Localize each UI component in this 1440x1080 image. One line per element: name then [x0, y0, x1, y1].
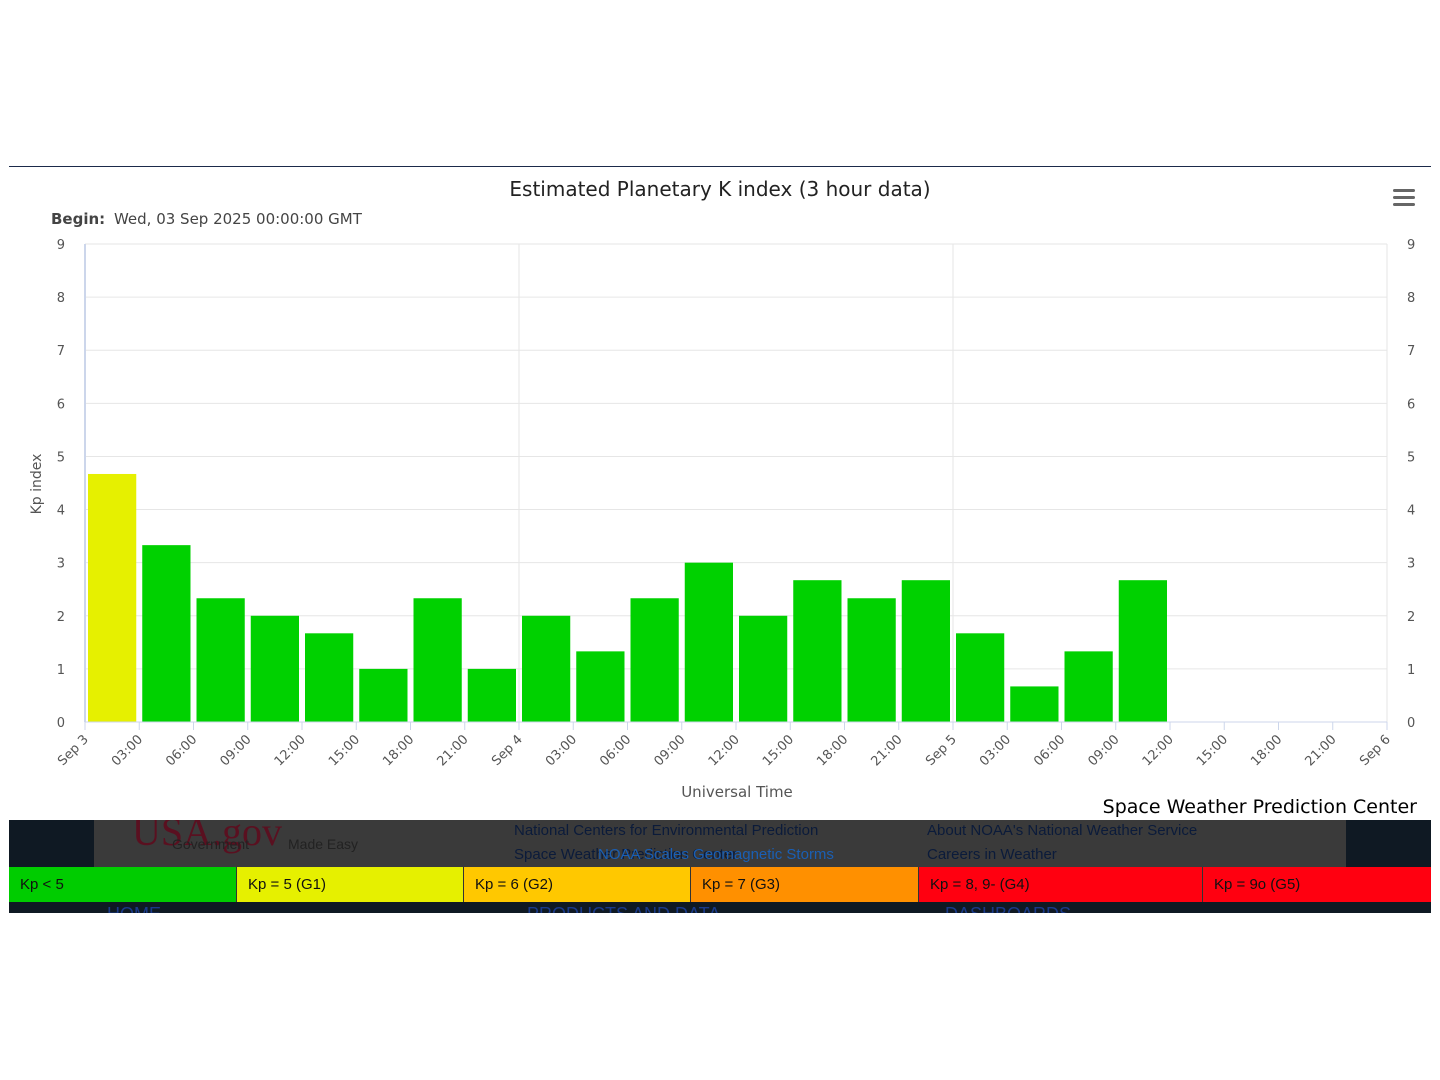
- kp-bar[interactable]: [413, 598, 462, 722]
- y-tick-label-right: 5: [1407, 450, 1415, 465]
- x-tick-label: 03:00: [977, 732, 1014, 769]
- scale-cell-g2: Kp = 6 (G2): [464, 867, 691, 902]
- x-tick-label: 09:00: [1085, 732, 1122, 769]
- kp-bar[interactable]: [956, 633, 1005, 722]
- y-tick-label-left: 8: [57, 291, 65, 306]
- y-tick-label-left: 0: [57, 716, 65, 731]
- x-tick-label: 15:00: [760, 732, 797, 769]
- x-tick-label: 21:00: [1302, 732, 1339, 769]
- x-tick-label: 06:00: [597, 732, 634, 769]
- kp-bar[interactable]: [1064, 651, 1113, 722]
- x-tick-label: 18:00: [814, 732, 851, 769]
- y-tick-label-left: 1: [57, 663, 65, 678]
- y-tick-label-right: 3: [1407, 557, 1415, 572]
- y-tick-label-right: 4: [1407, 504, 1415, 519]
- x-tick-label: 12:00: [272, 732, 309, 769]
- kp-chart: 0 0 1 1 2 2 3 3 4 4 5 5 6 6 7 7 8 8 9 9 Sep 3 03:00 06:00 09:00…: [29, 177, 1418, 818]
- kp-bar[interactable]: [88, 473, 137, 722]
- kp-bar[interactable]: [739, 615, 788, 722]
- logo-sub-left: Government: [172, 836, 250, 852]
- y-tick-label-left: 4: [57, 504, 65, 519]
- x-tick-label: Sep 5: [923, 732, 960, 769]
- x-tick-label: 06:00: [1031, 732, 1068, 769]
- y-tick-label-right: 9: [1407, 238, 1415, 253]
- subtitle-value: Wed, 03 Sep 2025 00:00:00 GMT: [114, 210, 363, 228]
- kp-bar[interactable]: [1118, 580, 1167, 722]
- bars: [88, 473, 1167, 722]
- nav-products-link[interactable]: PRODUCTS AND DATA: [527, 904, 720, 913]
- y-axis-label: Kp index: [29, 454, 45, 515]
- noaa-scales-link[interactable]: NOAA Scales Geomagnetic Storms: [598, 846, 834, 863]
- y-tick-label-left: 2: [57, 610, 65, 625]
- y-tick-label-right: 8: [1407, 291, 1415, 306]
- chart-frame: 0 0 1 1 2 2 3 3 4 4 5 5 6 6 7 7 8 8 9 9 Sep 3 03:00 06:00 09:00…: [9, 166, 1431, 913]
- x-tick-label: 15:00: [326, 732, 363, 769]
- footer-about-noaa-link[interactable]: About NOAA's National Weather Service: [927, 822, 1197, 839]
- nav-dashboards-link[interactable]: DASHBOARDS: [945, 904, 1071, 913]
- y-tick-label-left: 5: [57, 450, 65, 465]
- y-tick-label-left: 9: [57, 238, 65, 253]
- scale-cell-g5: Kp = 9o (G5): [1203, 867, 1431, 902]
- chart-subtitle: Begin: Wed, 03 Sep 2025 00:00:00 GMT: [51, 210, 363, 228]
- x-tick-label: 12:00: [706, 732, 743, 769]
- footer-ncep-link[interactable]: National Centers for Environmental Predi…: [514, 822, 818, 839]
- kp-bar[interactable]: [1010, 686, 1059, 722]
- kp-scale-legend: Kp < 5 Kp = 5 (G1) Kp = 6 (G2) Kp = 7 (G…: [9, 867, 1431, 902]
- footer-careers-link[interactable]: Careers in Weather: [927, 846, 1057, 863]
- x-tick-label: 06:00: [163, 732, 200, 769]
- kp-bar[interactable]: [684, 562, 733, 722]
- y-tick-label-right: 2: [1407, 610, 1415, 625]
- y-tick-label-right: 0: [1407, 716, 1415, 731]
- y-tick-label-left: 7: [57, 344, 65, 359]
- x-tick-label: 03:00: [543, 732, 580, 769]
- kp-bar[interactable]: [359, 668, 408, 722]
- y-tick-label-left: 6: [57, 397, 65, 412]
- kp-bar[interactable]: [142, 545, 191, 722]
- kp-bar[interactable]: [847, 598, 896, 722]
- y-tick-label-left: 3: [57, 557, 65, 572]
- x-tick-label: 21:00: [434, 732, 471, 769]
- x-tick-label: 15:00: [1194, 732, 1231, 769]
- scale-cell-g4: Kp = 8, 9- (G4): [919, 867, 1203, 902]
- kp-bar[interactable]: [467, 668, 516, 722]
- credit-label: Space Weather Prediction Center: [1103, 796, 1418, 818]
- chart-title: Estimated Planetary K index (3 hour data…: [509, 177, 930, 201]
- x-tick-label: 09:00: [651, 732, 688, 769]
- x-tick-label: 18:00: [1248, 732, 1285, 769]
- kp-bar[interactable]: [793, 580, 842, 722]
- x-tick-label: Sep 4: [489, 732, 526, 769]
- x-tick-label: 09:00: [217, 732, 254, 769]
- kp-bar[interactable]: [305, 633, 354, 722]
- subtitle-label: Begin:: [51, 210, 105, 228]
- logo-sub-right: Made Easy: [288, 836, 359, 852]
- x-tick-label: 12:00: [1140, 732, 1177, 769]
- x-tick-label: 03:00: [109, 732, 146, 769]
- kp-bar[interactable]: [901, 580, 950, 722]
- x-tick-label: 21:00: [868, 732, 905, 769]
- kp-bar[interactable]: [250, 615, 299, 722]
- scale-cell-kp-lt5: Kp < 5: [9, 867, 237, 902]
- y-tick-label-right: 7: [1407, 344, 1415, 359]
- x-axis-label: Universal Time: [681, 783, 793, 801]
- scale-cell-g3: Kp = 7 (G3): [691, 867, 919, 902]
- kp-bar[interactable]: [576, 651, 625, 722]
- x-tick-label: Sep 6: [1357, 732, 1394, 769]
- kp-bar[interactable]: [522, 615, 571, 722]
- hamburger-menu-icon[interactable]: [1392, 186, 1418, 208]
- y-tick-label-right: 6: [1407, 397, 1415, 412]
- kp-bar[interactable]: [630, 598, 679, 722]
- y-tick-label-right: 1: [1407, 663, 1415, 678]
- x-tick-label: 18:00: [380, 732, 417, 769]
- x-tick-label: Sep 3: [55, 732, 92, 769]
- scale-cell-g1: Kp = 5 (G1): [237, 867, 464, 902]
- nav-home-link[interactable]: HOME: [107, 904, 161, 913]
- kp-bar[interactable]: [196, 598, 245, 722]
